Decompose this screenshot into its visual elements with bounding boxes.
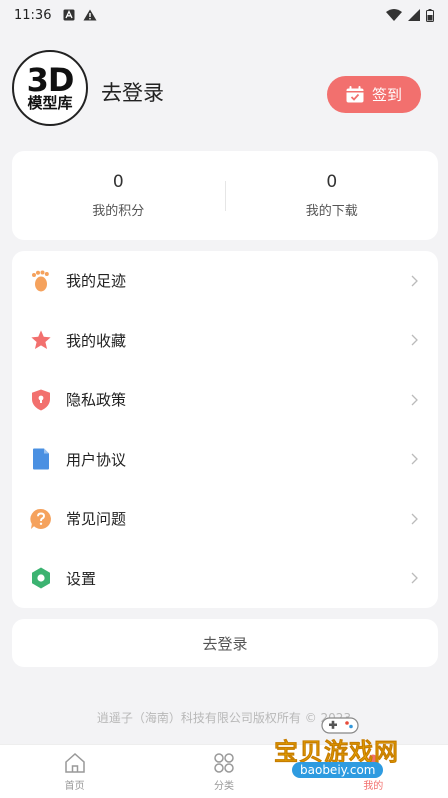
chevron-right-icon xyxy=(411,334,418,346)
menu-item-label: 常见问题 xyxy=(66,510,127,529)
tab-label: 首页 xyxy=(64,780,85,792)
wifi-icon xyxy=(386,9,402,21)
chevron-right-icon xyxy=(411,572,418,584)
profile-header: 3D 模型库 去登录 签到 xyxy=(0,46,448,146)
grid-icon xyxy=(214,752,234,773)
star-icon xyxy=(30,329,52,351)
avatar-logo-subtext: 模型库 xyxy=(27,93,73,112)
status-bar: 11:36 xyxy=(0,0,448,30)
checkin-label: 签到 xyxy=(371,86,402,104)
signal-icon xyxy=(408,9,420,21)
shield-icon xyxy=(30,389,52,411)
menu-item-agreement[interactable]: 用户协议 xyxy=(12,430,438,490)
menu-item-label: 设置 xyxy=(66,569,97,588)
warning-icon xyxy=(83,9,97,21)
stat-points-value: 0 xyxy=(112,172,124,192)
menu-item-label: 隐私政策 xyxy=(66,391,127,410)
stat-points-label: 我的积分 xyxy=(92,204,145,219)
menu-item-settings[interactable]: 设置 xyxy=(12,549,438,609)
chevron-right-icon xyxy=(411,453,418,465)
avatar[interactable]: 3D 模型库 xyxy=(12,50,88,126)
checkin-button[interactable]: 签到 xyxy=(327,76,421,113)
document-icon xyxy=(30,448,52,470)
battery-icon xyxy=(426,8,434,22)
site-watermark: 宝贝游戏网 baobeiy.com xyxy=(274,716,424,786)
menu-item-label: 我的收藏 xyxy=(66,331,127,350)
calendar-check-icon xyxy=(346,86,364,103)
chevron-right-icon xyxy=(411,275,418,287)
chevron-right-icon xyxy=(411,513,418,525)
menu-item-faq[interactable]: 常见问题 xyxy=(12,489,438,549)
question-icon xyxy=(30,508,52,530)
stat-points[interactable]: 0 我的积分 xyxy=(12,172,225,219)
menu-card: 我的足迹 我的收藏 隐私政策 用户协议 常见问题 设置 xyxy=(12,251,438,608)
menu-item-label: 用户协议 xyxy=(66,450,127,469)
stat-downloads-value: 0 xyxy=(326,172,338,192)
stat-downloads-label: 我的下载 xyxy=(305,204,358,219)
menu-item-footprint[interactable]: 我的足迹 xyxy=(12,251,438,311)
menu-item-label: 我的足迹 xyxy=(66,272,127,291)
home-icon xyxy=(64,752,85,773)
watermark-url: baobeiy.com xyxy=(292,762,384,778)
gear-icon xyxy=(30,567,52,589)
tab-label: 分类 xyxy=(213,780,234,792)
menu-item-favorites[interactable]: 我的收藏 xyxy=(12,311,438,371)
menu-item-privacy[interactable]: 隐私政策 xyxy=(12,370,438,430)
avatar-logo-text: 3D xyxy=(26,60,75,99)
notification-a-icon xyxy=(63,9,75,21)
chevron-right-icon xyxy=(411,394,418,406)
stats-card: 0 我的积分 0 我的下载 xyxy=(12,151,438,240)
tab-home[interactable]: 首页 xyxy=(0,745,149,798)
login-button-label: 去登录 xyxy=(202,634,248,653)
status-time: 11:36 xyxy=(14,7,52,23)
footprint-icon xyxy=(30,270,52,292)
stat-downloads[interactable]: 0 我的下载 xyxy=(226,172,439,219)
login-button[interactable]: 去登录 xyxy=(12,619,438,667)
login-link[interactable]: 去登录 xyxy=(101,77,164,107)
